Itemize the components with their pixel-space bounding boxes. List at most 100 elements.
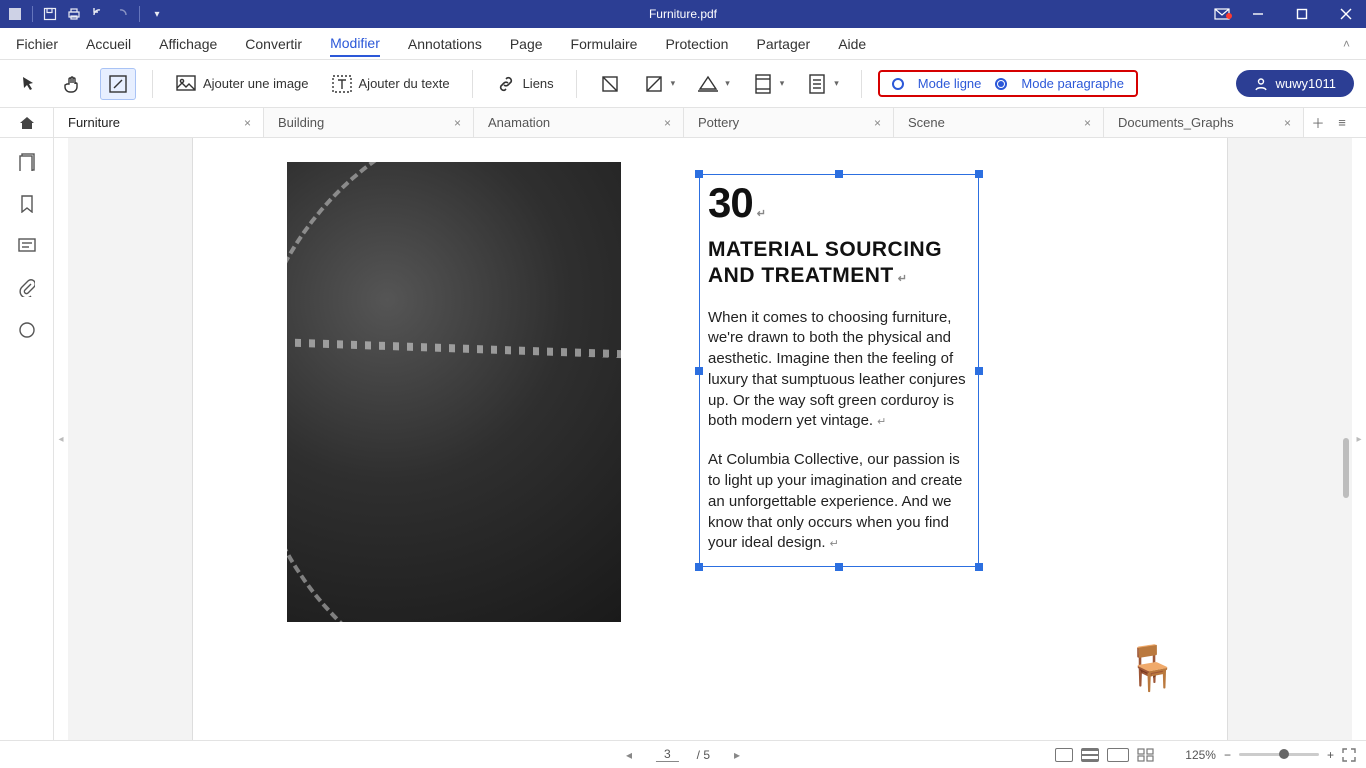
edit-tool[interactable] bbox=[100, 68, 136, 100]
tab-close-icon[interactable]: × bbox=[1284, 116, 1291, 130]
tab-anamation[interactable]: Anamation× bbox=[474, 108, 684, 137]
prev-page-button[interactable]: ◂ bbox=[620, 748, 638, 762]
add-image-button[interactable]: Ajouter une image bbox=[169, 69, 315, 99]
view-two-page-icon[interactable] bbox=[1107, 748, 1129, 762]
next-page-button[interactable]: ▸ bbox=[728, 748, 746, 762]
page-current-input[interactable]: 3 bbox=[656, 747, 679, 762]
mail-icon[interactable] bbox=[1210, 8, 1234, 20]
close-button[interactable] bbox=[1326, 0, 1366, 28]
tab-close-icon[interactable]: × bbox=[874, 116, 881, 130]
background-tool[interactable]: ▾ bbox=[691, 69, 736, 99]
zoom-slider[interactable] bbox=[1239, 753, 1319, 756]
menu-affichage[interactable]: Affichage bbox=[159, 32, 217, 56]
zoom-out-button[interactable]: − bbox=[1224, 748, 1231, 762]
expand-left-gutter[interactable]: ◂ bbox=[54, 138, 68, 740]
user-icon bbox=[1254, 77, 1268, 91]
title-bar: ▾ Furniture.pdf bbox=[0, 0, 1366, 28]
ribbon-toolbar: Ajouter une image Ajouter du texte Liens… bbox=[0, 60, 1366, 108]
menu-page[interactable]: Page bbox=[510, 32, 543, 56]
crop-tool[interactable] bbox=[593, 69, 627, 99]
resize-handle[interactable] bbox=[695, 170, 703, 178]
document-canvas[interactable]: 30↵ MATERIAL SOURCING AND TREATMENT↵ Whe… bbox=[68, 138, 1352, 740]
document-tab-bar: Furniture× Building × Anamation× Pottery×… bbox=[0, 108, 1366, 138]
edit-box-icon bbox=[107, 73, 129, 95]
menu-accueil[interactable]: Accueil bbox=[86, 32, 131, 56]
resize-handle[interactable] bbox=[975, 367, 983, 375]
menu-formulaire[interactable]: Formulaire bbox=[571, 32, 638, 56]
view-thumbnails-icon[interactable] bbox=[1137, 748, 1155, 762]
tab-close-icon[interactable]: × bbox=[454, 116, 461, 130]
attachments-icon[interactable] bbox=[17, 278, 37, 298]
zoom-in-button[interactable]: + bbox=[1327, 748, 1334, 762]
tab-scene[interactable]: Scene × bbox=[894, 108, 1104, 137]
selected-text-block[interactable]: 30↵ MATERIAL SOURCING AND TREATMENT↵ Whe… bbox=[699, 174, 979, 567]
edit-mode-group: Mode ligne Mode paragraphe bbox=[878, 70, 1138, 97]
tab-close-icon[interactable]: × bbox=[1084, 116, 1091, 130]
expand-right-gutter[interactable]: ▸ bbox=[1352, 138, 1366, 740]
home-tab[interactable] bbox=[0, 108, 54, 137]
menu-protection[interactable]: Protection bbox=[665, 32, 728, 56]
resize-handle[interactable] bbox=[835, 170, 843, 178]
menu-convertir[interactable]: Convertir bbox=[245, 32, 302, 56]
tab-furniture[interactable]: Furniture× bbox=[54, 108, 264, 137]
bookmarks-icon[interactable] bbox=[17, 194, 37, 214]
save-icon[interactable] bbox=[43, 7, 57, 21]
page-image-leather bbox=[287, 162, 621, 622]
tab-building[interactable]: Building × bbox=[264, 108, 474, 137]
pdf-page: 30↵ MATERIAL SOURCING AND TREATMENT↵ Whe… bbox=[193, 138, 1227, 740]
fullscreen-icon[interactable] bbox=[1342, 748, 1356, 762]
page-number-text: 30 bbox=[708, 179, 753, 226]
print-icon[interactable] bbox=[67, 7, 81, 21]
tab-close-icon[interactable]: × bbox=[244, 116, 251, 130]
quick-dropdown-icon[interactable]: ▾ bbox=[150, 7, 164, 21]
menu-partager[interactable]: Partager bbox=[756, 32, 810, 56]
tab-pottery[interactable]: Pottery× bbox=[684, 108, 894, 137]
separator bbox=[472, 70, 473, 98]
mode-paragraph-radio[interactable] bbox=[995, 78, 1007, 90]
menu-annotations[interactable]: Annotations bbox=[408, 32, 482, 56]
separator bbox=[152, 70, 153, 98]
zoom-slider-knob[interactable] bbox=[1279, 749, 1289, 759]
comments-icon[interactable] bbox=[17, 236, 37, 256]
menu-modifier[interactable]: Modifier bbox=[330, 31, 380, 57]
tab-label: Building bbox=[278, 115, 324, 130]
watermark-tool[interactable]: ▾ bbox=[637, 69, 682, 99]
chair-glyph-icon: 🪑 bbox=[1124, 642, 1179, 694]
text-icon bbox=[331, 73, 353, 95]
minimize-button[interactable] bbox=[1238, 0, 1278, 28]
menu-fichier[interactable]: Fichier bbox=[16, 32, 58, 56]
new-tab-button[interactable]: ＋ bbox=[1304, 108, 1332, 137]
search-panel-icon[interactable] bbox=[17, 320, 37, 340]
tab-documents-graphs[interactable]: Documents_Graphs× bbox=[1104, 108, 1304, 137]
resize-handle[interactable] bbox=[975, 563, 983, 571]
redo-icon[interactable] bbox=[115, 7, 129, 21]
collapse-ribbon-icon[interactable]: ˄ bbox=[1343, 37, 1350, 51]
select-tool[interactable] bbox=[12, 69, 46, 99]
page-navigator: ◂ 3 / 5 ▸ bbox=[620, 747, 746, 762]
links-button[interactable]: Liens bbox=[489, 69, 560, 99]
pointer-icon bbox=[18, 73, 40, 95]
resize-handle[interactable] bbox=[695, 367, 703, 375]
user-account-button[interactable]: wuwy1011 bbox=[1236, 70, 1354, 97]
vertical-scrollbar[interactable] bbox=[1343, 438, 1349, 498]
maximize-button[interactable] bbox=[1282, 0, 1322, 28]
view-continuous-icon[interactable] bbox=[1081, 748, 1099, 762]
resize-handle[interactable] bbox=[975, 170, 983, 178]
mode-line-radio[interactable] bbox=[892, 78, 904, 90]
add-text-button[interactable]: Ajouter du texte bbox=[325, 69, 456, 99]
tab-label: Scene bbox=[908, 115, 945, 130]
resize-handle[interactable] bbox=[695, 563, 703, 571]
bates-tool[interactable]: ▾ bbox=[800, 69, 845, 99]
user-name: wuwy1011 bbox=[1276, 76, 1336, 91]
app-logo-icon bbox=[8, 7, 22, 21]
header-footer-tool[interactable]: ▾ bbox=[746, 69, 791, 99]
crop-icon bbox=[599, 73, 621, 95]
hand-tool[interactable] bbox=[56, 69, 90, 99]
tab-close-icon[interactable]: × bbox=[664, 116, 671, 130]
menu-aide[interactable]: Aide bbox=[838, 32, 866, 56]
tab-overflow-button[interactable]: ≡ bbox=[1332, 108, 1352, 137]
resize-handle[interactable] bbox=[835, 563, 843, 571]
undo-icon[interactable] bbox=[91, 7, 105, 21]
view-single-icon[interactable] bbox=[1055, 748, 1073, 762]
thumbnails-icon[interactable] bbox=[17, 152, 37, 172]
